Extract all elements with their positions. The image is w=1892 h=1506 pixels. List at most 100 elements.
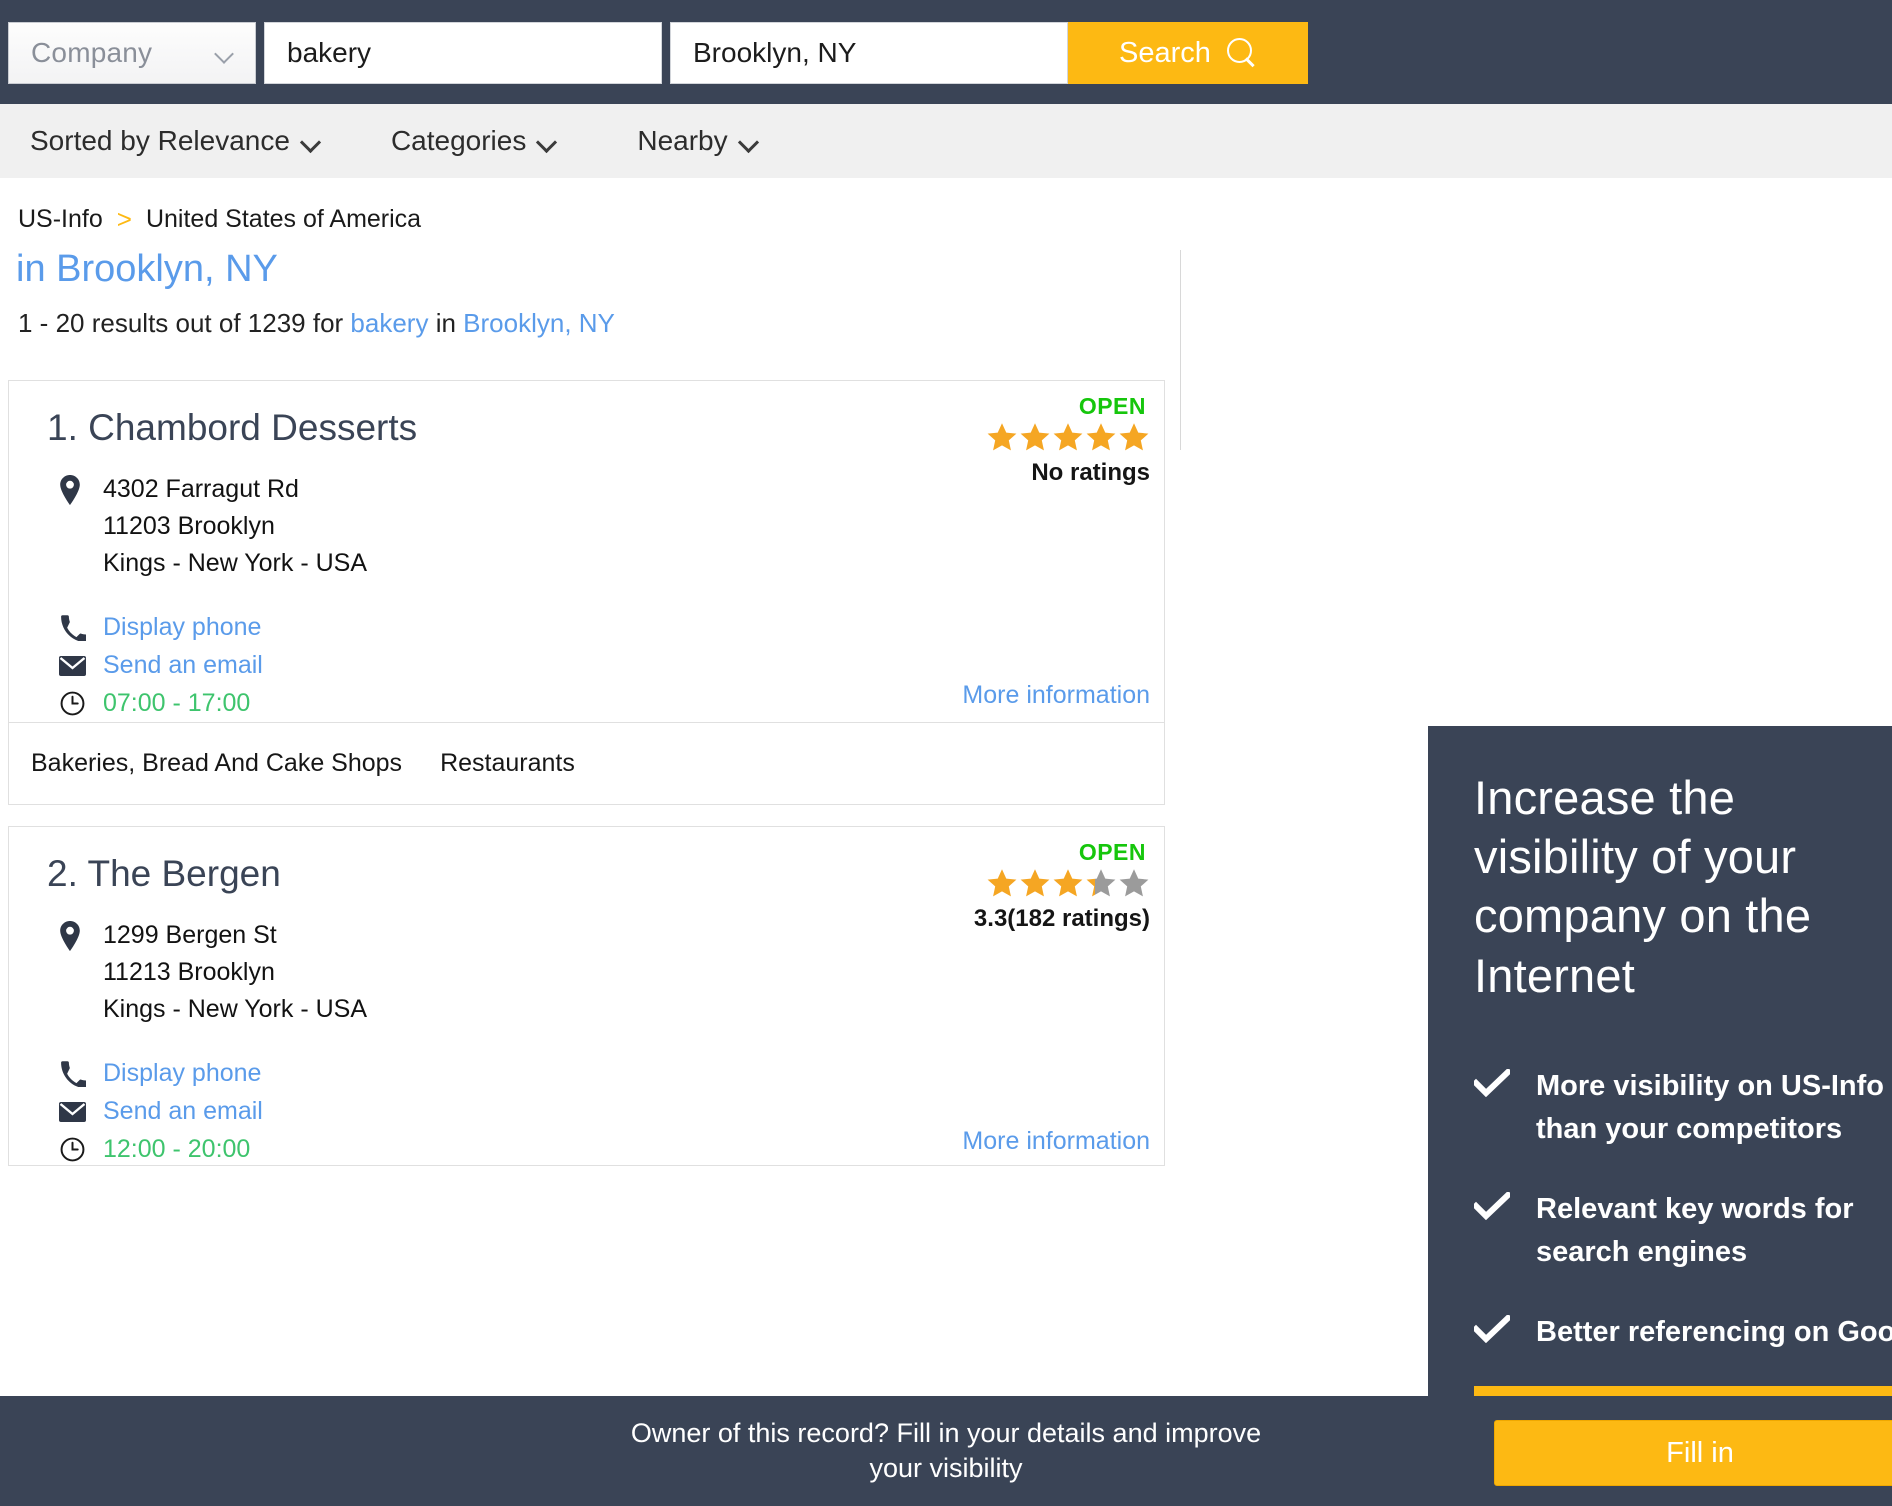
send-email-label: Send an email	[103, 1097, 263, 1126]
filter-nearby[interactable]: Nearby	[637, 125, 756, 157]
chevron-down-icon	[740, 135, 757, 147]
column-divider	[1180, 250, 1181, 450]
check-icon	[1474, 1069, 1510, 1097]
star-icon	[1052, 422, 1084, 453]
promo-panel: Increase the visibility of your company …	[1428, 726, 1892, 1426]
result-rating: OPEN No ratings	[986, 393, 1150, 487]
category-tag[interactable]: Restaurants	[440, 749, 575, 778]
clock-icon	[59, 690, 86, 717]
search-type-select[interactable]: Company	[8, 22, 256, 84]
check-icon	[1474, 1192, 1510, 1220]
chevron-down-icon	[217, 45, 233, 61]
filter-sorted-by-label: Sorted by Relevance	[30, 125, 290, 157]
filter-sorted-by[interactable]: Sorted by Relevance	[30, 125, 319, 157]
search-type-label: Company	[9, 37, 152, 69]
result-region: Kings - New York - USA	[59, 991, 367, 1028]
clock-icon	[59, 1136, 86, 1163]
star-icon	[1118, 868, 1150, 899]
search-form: Company bakery Brooklyn, NY Search	[8, 22, 1308, 84]
result-city: 11213 Brooklyn	[59, 954, 367, 991]
keyword-input-value: bakery	[265, 37, 371, 69]
chevron-down-icon	[538, 135, 555, 147]
results-count-line: 1 - 20 results out of 1239 for bakery in…	[18, 308, 615, 339]
result-contact-links: Display phone Send an email 07:00 - 17:0…	[59, 609, 263, 723]
star-icon	[986, 422, 1018, 453]
promo-benefit-line1: Relevant key words for	[1536, 1193, 1854, 1225]
envelope-icon	[59, 1098, 86, 1125]
promo-benefit-list: More visibility on US-Info than your com…	[1474, 1065, 1892, 1355]
star-icon	[1019, 422, 1051, 453]
display-phone-label: Display phone	[103, 1059, 261, 1088]
search-results-page: Company bakery Brooklyn, NY Search Sorte…	[0, 0, 1892, 1506]
promo-title-line: company on the	[1474, 886, 1892, 945]
display-phone-row[interactable]: Display phone	[59, 609, 263, 646]
phone-icon	[59, 1060, 86, 1087]
result-rating: OPEN 3.3(182 ratings)	[974, 839, 1150, 933]
promo-benefit-line2: than your competitors	[1536, 1113, 1842, 1145]
result-card[interactable]: 1. Chambord Desserts 4302 Farragut Rd 11…	[8, 380, 1165, 805]
search-button-label: Search	[1119, 37, 1211, 70]
phone-icon	[59, 614, 86, 641]
promo-title-line: Internet	[1474, 946, 1892, 1005]
location-pin-icon	[59, 475, 81, 505]
promo-title-line: visibility of your	[1474, 827, 1892, 886]
opening-hours-value: 07:00 - 17:00	[103, 689, 250, 718]
rating-text: 3.3(182 ratings)	[974, 905, 1150, 933]
owner-bottom-bar: Owner of this record? Fill in your detai…	[0, 1396, 1892, 1506]
filter-categories-label: Categories	[391, 125, 526, 157]
chevron-down-icon	[302, 135, 319, 147]
page-title: in Brooklyn, NY	[16, 248, 278, 291]
display-phone-label: Display phone	[103, 613, 261, 642]
breadcrumb-root[interactable]: US-Info	[18, 205, 103, 234]
more-information-link[interactable]: More information	[962, 1127, 1150, 1156]
result-card[interactable]: 2. The Bergen 1299 Bergen St 11213 Brook…	[8, 826, 1165, 1166]
star-icon	[986, 868, 1018, 899]
promo-benefit-line1: Better referencing on Google	[1536, 1316, 1892, 1348]
results-middle: in	[428, 308, 463, 338]
result-street: 1299 Bergen St	[59, 917, 367, 954]
category-tag[interactable]: Bakeries, Bread And Cake Shops	[31, 749, 402, 778]
star-icon	[1019, 868, 1051, 899]
promo-benefit-line2: search engines	[1536, 1236, 1747, 1268]
send-email-label: Send an email	[103, 651, 263, 680]
promo-title-line: Increase the	[1474, 768, 1892, 827]
result-categories: Bakeries, Bread And Cake Shops Restauran…	[9, 722, 1164, 804]
result-address: 4302 Farragut Rd 11203 Brooklyn Kings - …	[59, 471, 367, 581]
promo-title: Increase the visibility of your company …	[1474, 768, 1892, 1005]
promo-benefit-item: More visibility on US-Info than your com…	[1474, 1065, 1892, 1152]
search-icon	[1227, 38, 1257, 68]
result-contact-links: Display phone Send an email 12:00 - 20:0…	[59, 1055, 263, 1169]
result-city: 11203 Brooklyn	[59, 508, 367, 545]
opening-hours-value: 12:00 - 20:00	[103, 1135, 250, 1164]
breadcrumb-current[interactable]: United States of America	[146, 205, 421, 234]
star-rating	[974, 868, 1150, 902]
fill-in-button[interactable]: Fill in	[1494, 1420, 1892, 1486]
result-street: 4302 Farragut Rd	[59, 471, 367, 508]
results-location-link[interactable]: Brooklyn, NY	[463, 308, 615, 338]
result-title[interactable]: 2. The Bergen	[47, 853, 281, 895]
keyword-input[interactable]: bakery	[264, 22, 662, 84]
display-phone-row[interactable]: Display phone	[59, 1055, 263, 1092]
star-icon	[1085, 422, 1117, 453]
more-information-link[interactable]: More information	[962, 681, 1150, 710]
promo-benefit-item: Better referencing on Google	[1474, 1311, 1892, 1355]
result-title[interactable]: 1. Chambord Desserts	[47, 407, 417, 449]
search-button[interactable]: Search	[1068, 22, 1308, 84]
breadcrumb-separator-icon: >	[117, 204, 132, 235]
promo-benefit-line1: More visibility on US-Info	[1536, 1070, 1884, 1102]
send-email-row[interactable]: Send an email	[59, 647, 263, 684]
opening-hours-row: 07:00 - 17:00	[59, 685, 263, 722]
star-icon	[1085, 868, 1117, 899]
filter-bar: Sorted by Relevance Categories Nearby	[0, 104, 1892, 178]
result-address: 1299 Bergen St 11213 Brooklyn Kings - Ne…	[59, 917, 367, 1027]
location-input[interactable]: Brooklyn, NY	[670, 22, 1068, 84]
send-email-row[interactable]: Send an email	[59, 1093, 263, 1130]
rating-text: No ratings	[986, 459, 1150, 487]
breadcrumb: US-Info > United States of America	[18, 204, 421, 235]
opening-hours-row: 12:00 - 20:00	[59, 1131, 263, 1168]
location-input-value: Brooklyn, NY	[671, 37, 856, 69]
star-icon	[1118, 422, 1150, 453]
filter-categories[interactable]: Categories	[391, 125, 555, 157]
results-keyword-link[interactable]: bakery	[350, 308, 428, 338]
filter-nearby-label: Nearby	[637, 125, 727, 157]
